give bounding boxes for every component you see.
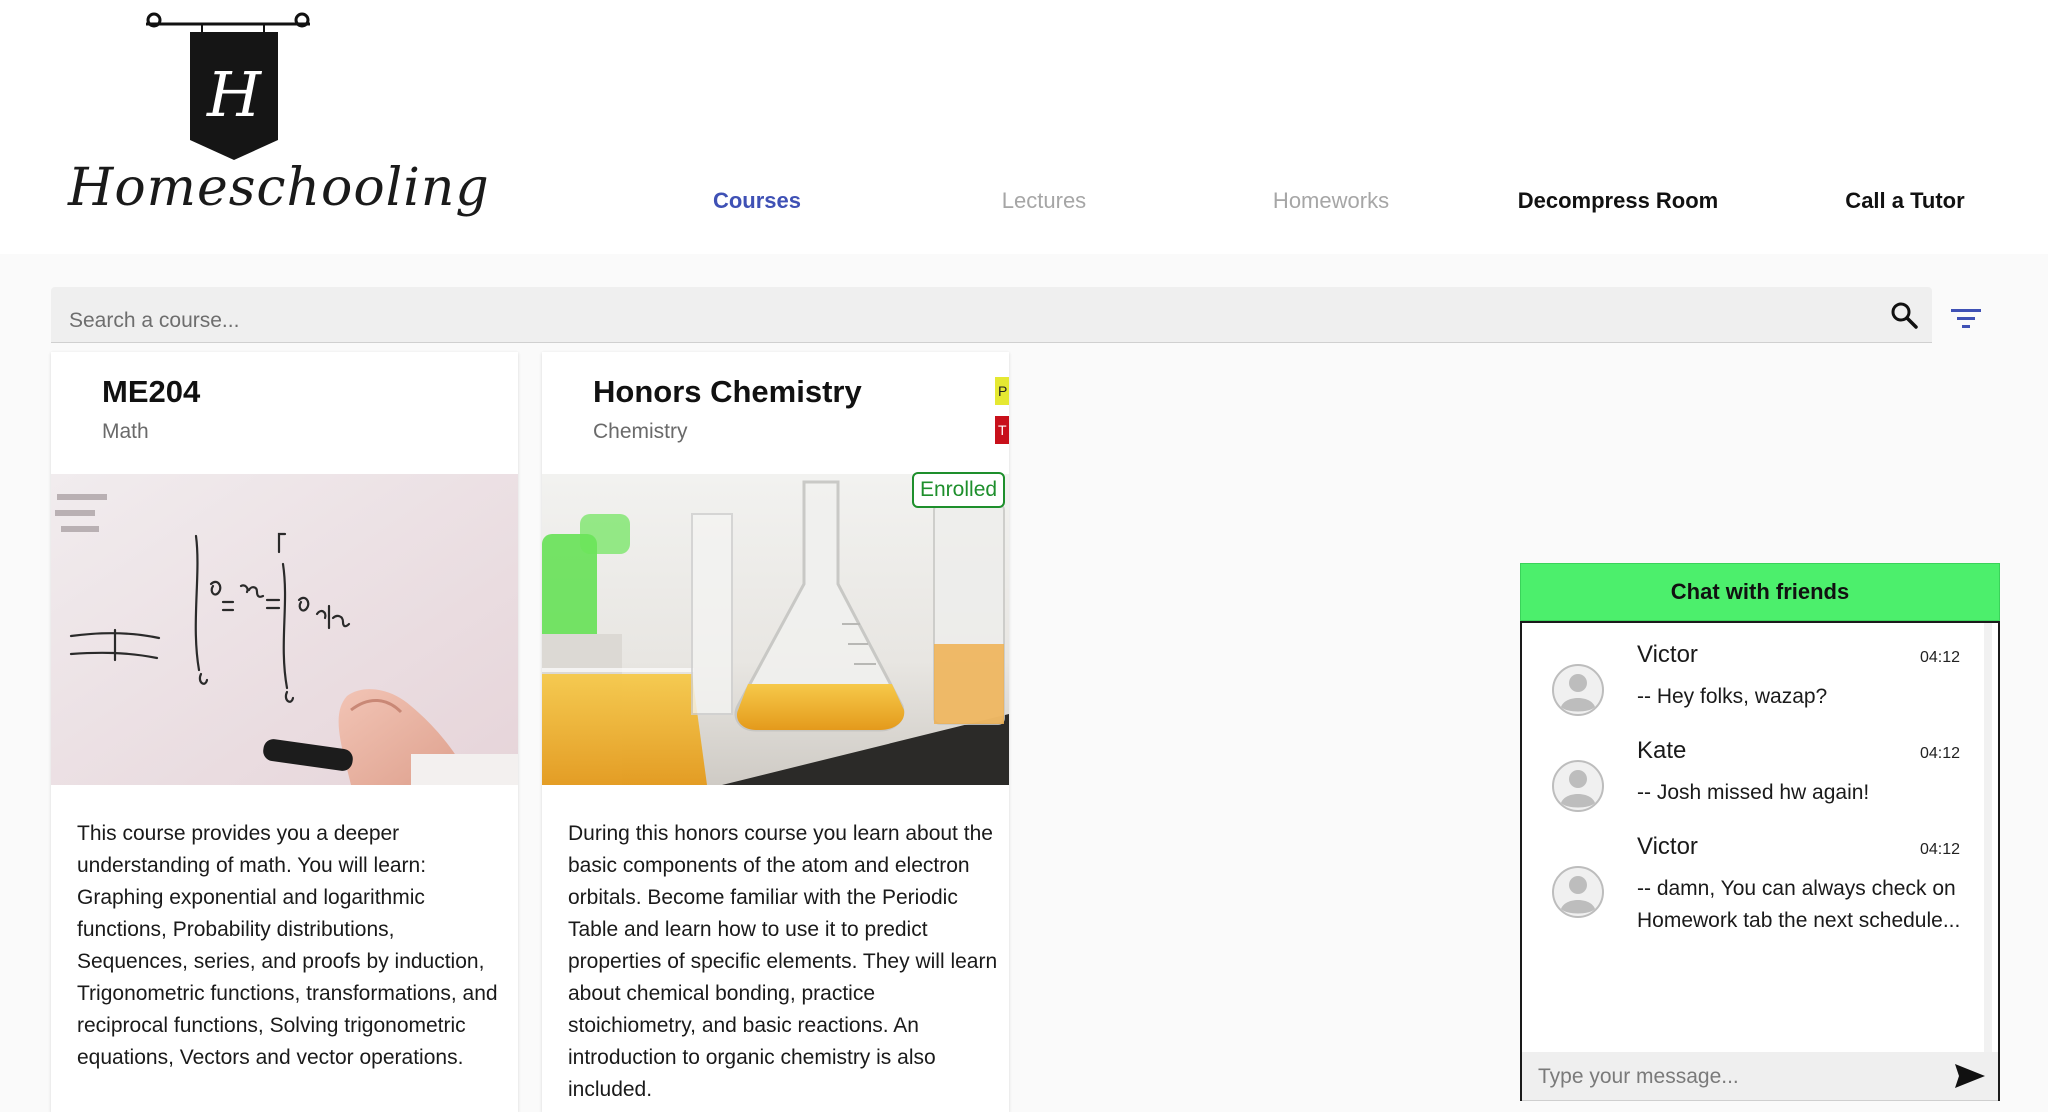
nav-lectures[interactable]: Lectures — [1002, 188, 1086, 214]
enrolled-badge: Enrolled — [912, 472, 1006, 508]
course-image-whiteboard — [51, 474, 518, 785]
main-navigation: Courses Lectures Homeworks Decompress Ro… — [0, 188, 2048, 228]
chat-messages[interactable]: Victor 04:12 -- Hey folks, wazap? Kate 0… — [1520, 621, 2000, 1101]
course-image-flasks — [542, 474, 1009, 785]
message-sender: Victor — [1637, 641, 1698, 668]
chat-panel: Chat with friends Victor 04:12 -- Hey fo… — [1520, 563, 2000, 1101]
app-header: H Homeschooling Courses Lectures Homewor… — [0, 0, 2048, 254]
user-avatar-icon — [1552, 664, 1604, 716]
chat-message-input[interactable] — [1536, 1052, 1936, 1101]
banner-logo-icon: H — [146, 12, 310, 160]
message-text: -- Hey folks, wazap? — [1637, 685, 1828, 708]
course-description: During this honors course you learn abou… — [568, 822, 998, 1101]
course-title: ME204 — [102, 374, 201, 409]
message-time: 04:12 — [1920, 841, 1961, 858]
course-search-bar — [51, 287, 1932, 343]
course-subject: Math — [102, 420, 149, 443]
course-card-me204[interactable]: ME204 Math This course provides you a de… — [51, 352, 518, 1112]
chat-header[interactable]: Chat with friends — [1520, 563, 2000, 621]
course-search-input[interactable] — [67, 287, 1867, 343]
user-avatar-icon — [1552, 866, 1604, 918]
nav-courses[interactable]: Courses — [713, 188, 801, 214]
message-sender: Victor — [1637, 833, 1698, 860]
course-title: Honors Chemistry — [593, 374, 862, 409]
nav-homeworks[interactable]: Homeworks — [1273, 188, 1389, 214]
message-text: -- Josh missed hw again! — [1637, 781, 1870, 804]
message-time: 04:12 — [1920, 745, 1961, 762]
nav-decompress-room[interactable]: Decompress Room — [1518, 188, 1719, 214]
course-tag-red: T — [995, 416, 1009, 444]
user-avatar-icon — [1552, 760, 1604, 812]
nav-call-a-tutor[interactable]: Call a Tutor — [1845, 188, 1964, 214]
message-sender: Kate — [1637, 737, 1687, 764]
message-text: -- damn, You can always check on Homewor… — [1637, 877, 1961, 932]
course-card-honors-chemistry[interactable]: Honors Chemistry Chemistry P T Enrolled … — [542, 352, 1009, 1112]
course-subject: Chemistry — [593, 420, 688, 443]
chat-scrollbar[interactable] — [1984, 623, 1992, 1053]
search-icon[interactable] — [1889, 300, 1919, 330]
svg-text:H: H — [206, 58, 263, 131]
course-tag-yellow: P — [995, 377, 1009, 405]
message-time: 04:12 — [1920, 649, 1961, 666]
chat-input-row — [1522, 1052, 1998, 1101]
filter-icon[interactable] — [1950, 306, 1982, 332]
course-description: This course provides you a deeper unders… — [77, 822, 498, 1069]
send-icon[interactable] — [1954, 1062, 1986, 1090]
